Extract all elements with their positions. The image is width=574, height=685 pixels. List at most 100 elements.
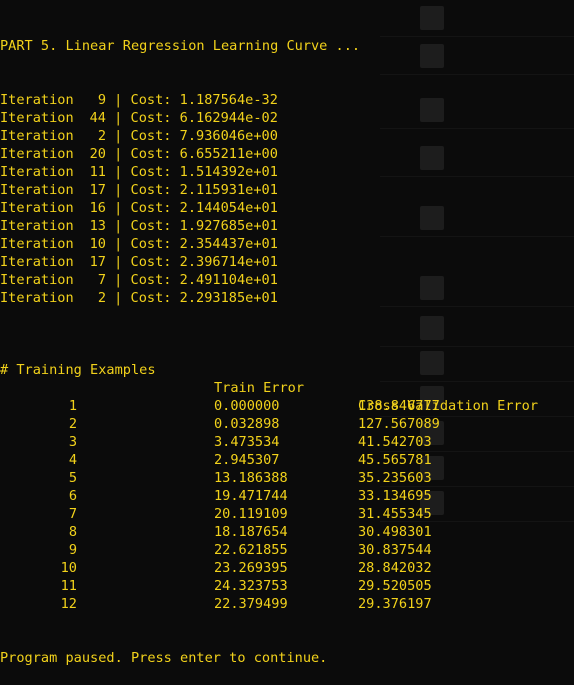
cost-value: 1.187564e-32	[179, 92, 278, 108]
iteration-label: Iteration	[0, 128, 74, 144]
table-row: 1 0.000000 138.846777	[0, 397, 574, 415]
training-examples-cell: 8	[68, 524, 77, 540]
table-row: 2 0.032898 127.567089	[0, 415, 574, 433]
cv-error-cell: 33.134695	[358, 488, 432, 504]
cv-error-cell: 29.520505	[358, 578, 432, 594]
cost-line: Iteration 11 | Cost: 1.514392e+01	[0, 163, 574, 181]
cost-separator: | Cost:	[106, 236, 180, 252]
table-header: # Training Examples Train Error Cross Va…	[0, 343, 574, 414]
iteration-number: 16	[89, 200, 106, 216]
train-error-cell: 18.187654	[214, 524, 288, 540]
train-error-cell: 23.269395	[214, 560, 288, 576]
cv-error-cell: 30.498301	[358, 524, 432, 540]
training-examples-cell: 12	[60, 596, 77, 612]
cost-line: Iteration 20 | Cost: 6.655211e+00	[0, 145, 574, 163]
cost-separator: | Cost:	[106, 200, 180, 216]
iteration-label: Iteration	[0, 272, 74, 288]
iteration-number: 2	[97, 290, 106, 306]
table-row: 4 2.945307 45.565781	[0, 451, 574, 469]
iteration-number: 13	[89, 218, 106, 234]
cv-error-cell: 127.567089	[358, 416, 440, 432]
table-row: 6 19.471744 33.134695	[0, 487, 574, 505]
cv-error-cell: 45.565781	[358, 452, 432, 468]
cv-error-cell: 28.842032	[358, 560, 432, 576]
table-row: 7 20.119109 31.455345	[0, 505, 574, 523]
iteration-number: 44	[89, 110, 106, 126]
cost-value: 2.115931e+01	[179, 182, 278, 198]
training-examples-cell: 9	[68, 542, 77, 558]
iteration-number: 11	[89, 164, 106, 180]
cost-separator: | Cost:	[106, 218, 180, 234]
train-error-cell: 13.186388	[214, 470, 288, 486]
cv-error-cell: 41.542703	[358, 434, 432, 450]
header-training-examples: # Training Examples	[0, 362, 156, 378]
cost-separator: | Cost:	[106, 92, 180, 108]
cost-log: Iteration 9 | Cost: 1.187564e-32 Iteration…	[0, 91, 574, 307]
cost-value: 2.293185e+01	[179, 290, 278, 306]
train-error-cell: 24.323753	[214, 578, 288, 594]
cost-separator: | Cost:	[106, 272, 180, 288]
cost-separator: | Cost:	[106, 182, 180, 198]
table-row: 12 22.379499 29.376197	[0, 595, 574, 613]
iteration-number: 2	[97, 128, 106, 144]
cost-line: Iteration 17 | Cost: 2.396714e+01	[0, 253, 574, 271]
iteration-label: Iteration	[0, 290, 74, 306]
iteration-number: 17	[89, 254, 106, 270]
part-title: PART 5. Linear Regression Learning Curve…	[0, 38, 361, 54]
iteration-label: Iteration	[0, 164, 74, 180]
table-row: 9 22.621855 30.837544	[0, 541, 574, 559]
cv-error-cell: 31.455345	[358, 506, 432, 522]
training-examples-cell: 1	[68, 398, 77, 414]
train-error-cell: 2.945307	[214, 452, 280, 468]
iteration-number: 20	[89, 146, 106, 162]
cost-separator: | Cost:	[106, 128, 180, 144]
train-error-cell: 0.000000	[214, 398, 280, 414]
iteration-label: Iteration	[0, 236, 74, 252]
pause-message: Program paused. Press enter to continue.	[0, 650, 328, 666]
training-examples-cell: 10	[60, 560, 77, 576]
iteration-number: 10	[89, 236, 106, 252]
iteration-label: Iteration	[0, 200, 74, 216]
training-examples-cell: 5	[68, 470, 77, 486]
iteration-number: 7	[97, 272, 106, 288]
table-row: 8 18.187654 30.498301	[0, 523, 574, 541]
train-error-cell: 22.621855	[214, 542, 288, 558]
train-error-cell: 0.032898	[214, 416, 280, 432]
cv-error-cell: 35.235603	[358, 470, 432, 486]
training-examples-cell: 2	[68, 416, 77, 432]
cost-value: 6.162944e-02	[179, 110, 278, 126]
cost-value: 2.144054e+01	[179, 200, 278, 216]
train-error-cell: 20.119109	[214, 506, 288, 522]
cost-value: 1.927685e+01	[179, 218, 278, 234]
training-examples-cell: 3	[68, 434, 77, 450]
iteration-label: Iteration	[0, 182, 74, 198]
iteration-number: 9	[97, 92, 106, 108]
terminal-output[interactable]: PART 5. Linear Regression Learning Curve…	[0, 0, 574, 666]
cv-error-cell: 29.376197	[358, 596, 432, 612]
cost-separator: | Cost:	[106, 146, 180, 162]
cost-line: Iteration 13 | Cost: 1.927685e+01	[0, 217, 574, 235]
cost-line: Iteration 2 | Cost: 2.293185e+01	[0, 289, 574, 307]
train-error-cell: 3.473534	[214, 434, 280, 450]
cost-separator: | Cost:	[106, 110, 180, 126]
cost-line: Iteration 2 | Cost: 7.936046e+00	[0, 127, 574, 145]
training-examples-cell: 6	[68, 488, 77, 504]
train-error-cell: 19.471744	[214, 488, 288, 504]
cost-line: Iteration 9 | Cost: 1.187564e-32	[0, 91, 574, 109]
table-row: 11 24.323753 29.520505	[0, 577, 574, 595]
training-examples-cell: 11	[60, 578, 77, 594]
cost-value: 1.514392e+01	[179, 164, 278, 180]
cv-error-cell: 30.837544	[358, 542, 432, 558]
cost-separator: | Cost:	[106, 290, 180, 306]
cost-line: Iteration 7 | Cost: 2.491104e+01	[0, 271, 574, 289]
iteration-number: 17	[89, 182, 106, 198]
cost-separator: | Cost:	[106, 164, 180, 180]
cost-line: Iteration 44 | Cost: 6.162944e-02	[0, 109, 574, 127]
train-error-cell: 22.379499	[214, 596, 288, 612]
table-row: 10 23.269395 28.842032	[0, 559, 574, 577]
cost-line: Iteration 17 | Cost: 2.115931e+01	[0, 181, 574, 199]
cost-line: Iteration 10 | Cost: 2.354437e+01	[0, 235, 574, 253]
iteration-label: Iteration	[0, 254, 74, 270]
iteration-label: Iteration	[0, 218, 74, 234]
cost-value: 2.491104e+01	[179, 272, 278, 288]
